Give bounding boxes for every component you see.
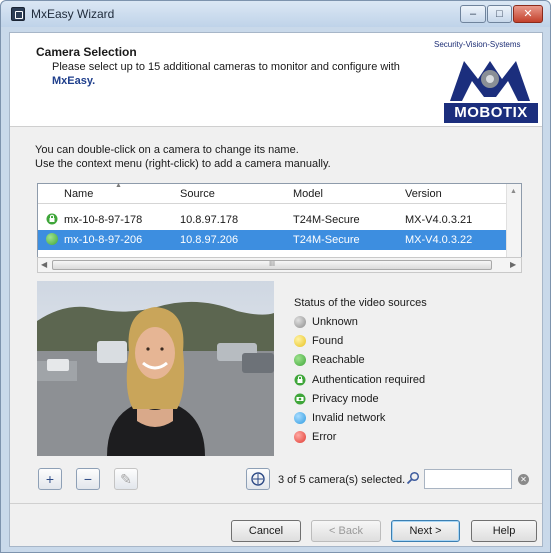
maximize-button[interactable]: □ (487, 5, 512, 23)
status-label: Error (312, 431, 337, 443)
search-input[interactable] (424, 469, 512, 489)
intro-text: You can double-click on a camera to chan… (35, 143, 331, 171)
column-header-source[interactable]: Source (180, 188, 215, 200)
description-text: Please select up to 15 additional camera… (52, 61, 400, 73)
camera-preview-graphic (37, 281, 274, 456)
scroll-right-icon[interactable]: ▶ (510, 260, 516, 269)
green-dot-icon (294, 354, 306, 366)
list-horizontal-scrollbar[interactable]: ◀ III ▶ (37, 257, 522, 273)
page-title: Camera Selection (36, 45, 137, 59)
status-legend-title: Status of the video sources (294, 297, 427, 309)
app-icon (11, 7, 25, 21)
camera-source: 10.8.97.206 (180, 234, 239, 246)
scroll-up-icon[interactable]: ▲ (510, 188, 517, 195)
camera-name: mx-10-8-97-206 (64, 234, 143, 246)
wizard-client: Camera Selection Please select up to 15 … (9, 32, 543, 547)
refresh-search-button[interactable] (246, 468, 270, 490)
page-description: Please select up to 15 additional camera… (52, 60, 402, 88)
blue-dot-icon (294, 412, 306, 424)
status-label: Unknown (312, 316, 358, 328)
sort-arrow-icon: ▲ (115, 182, 122, 189)
camera-preview-image (37, 281, 274, 456)
camera-version: MX-V4.0.3.22 (405, 234, 473, 246)
table-row[interactable]: mx-10-8-97-206 10.8.97.206 T24M-Secure M… (38, 230, 506, 250)
back-button[interactable]: < Back (311, 520, 381, 542)
column-header-model[interactable]: Model (293, 188, 323, 200)
yellow-dot-icon (294, 335, 306, 347)
minimize-button[interactable]: – (460, 5, 486, 23)
privacy-icon (294, 393, 306, 405)
camera-source: 10.8.97.178 (180, 214, 239, 226)
footer-divider (10, 503, 542, 504)
search-icon (406, 471, 420, 485)
help-button[interactable]: Help (471, 520, 537, 542)
table-row[interactable]: mx-10-8-97-178 10.8.97.178 T24M-Secure M… (38, 210, 506, 230)
logo-tagline: Security-Vision-Systems (434, 40, 521, 49)
camera-name: mx-10-8-97-178 (64, 214, 143, 226)
scroll-left-icon[interactable]: ◀ (41, 260, 47, 269)
gray-dot-icon (294, 316, 306, 328)
brand-name: MxEasy. (52, 75, 96, 87)
network-scan-icon (251, 472, 265, 486)
lock-status-icon (46, 213, 58, 225)
camera-model: T24M-Secure (293, 214, 360, 226)
camera-model: T24M-Secure (293, 234, 360, 246)
reachable-status-icon (46, 233, 58, 245)
status-label: Reachable (312, 354, 365, 366)
lock-icon (294, 374, 306, 386)
selection-count: 3 of 5 camera(s) selected. (278, 474, 406, 486)
edit-camera-button[interactable]: ✎ (114, 468, 138, 490)
clear-search-icon[interactable]: ✕ (518, 474, 529, 485)
cancel-button[interactable]: Cancel (231, 520, 301, 542)
wizard-header: Camera Selection Please select up to 15 … (10, 33, 542, 127)
list-header: Name ▲ Source Model Version (38, 182, 506, 204)
window-title: MxEasy Wizard (31, 7, 115, 21)
status-label: Found (312, 335, 344, 347)
logo-text: MOBOTIX (444, 103, 538, 123)
camera-version: MX-V4.0.3.21 (405, 214, 473, 226)
status-label: Privacy mode (312, 393, 379, 405)
red-dot-icon (294, 431, 306, 443)
intro-line-1: You can double-click on a camera to chan… (35, 144, 299, 156)
status-label: Authentication required (312, 374, 426, 386)
intro-line-2: Use the context menu (right-click) to ad… (35, 158, 331, 170)
title-bar[interactable]: MxEasy Wizard – □ ✕ (1, 1, 550, 27)
remove-camera-button[interactable]: − (76, 468, 100, 490)
column-header-name[interactable]: Name (64, 188, 93, 200)
wizard-window: MxEasy Wizard – □ ✕ Camera Selection Ple… (0, 0, 551, 553)
close-button[interactable]: ✕ (513, 5, 543, 23)
column-header-version[interactable]: Version (405, 188, 442, 200)
scroll-thumb[interactable]: III (52, 260, 492, 270)
add-camera-button[interactable]: + (38, 468, 62, 490)
status-label: Invalid network (312, 412, 386, 424)
status-legend: Status of the video sources Unknown Foun… (280, 281, 516, 456)
next-button[interactable]: Next > (391, 520, 460, 542)
